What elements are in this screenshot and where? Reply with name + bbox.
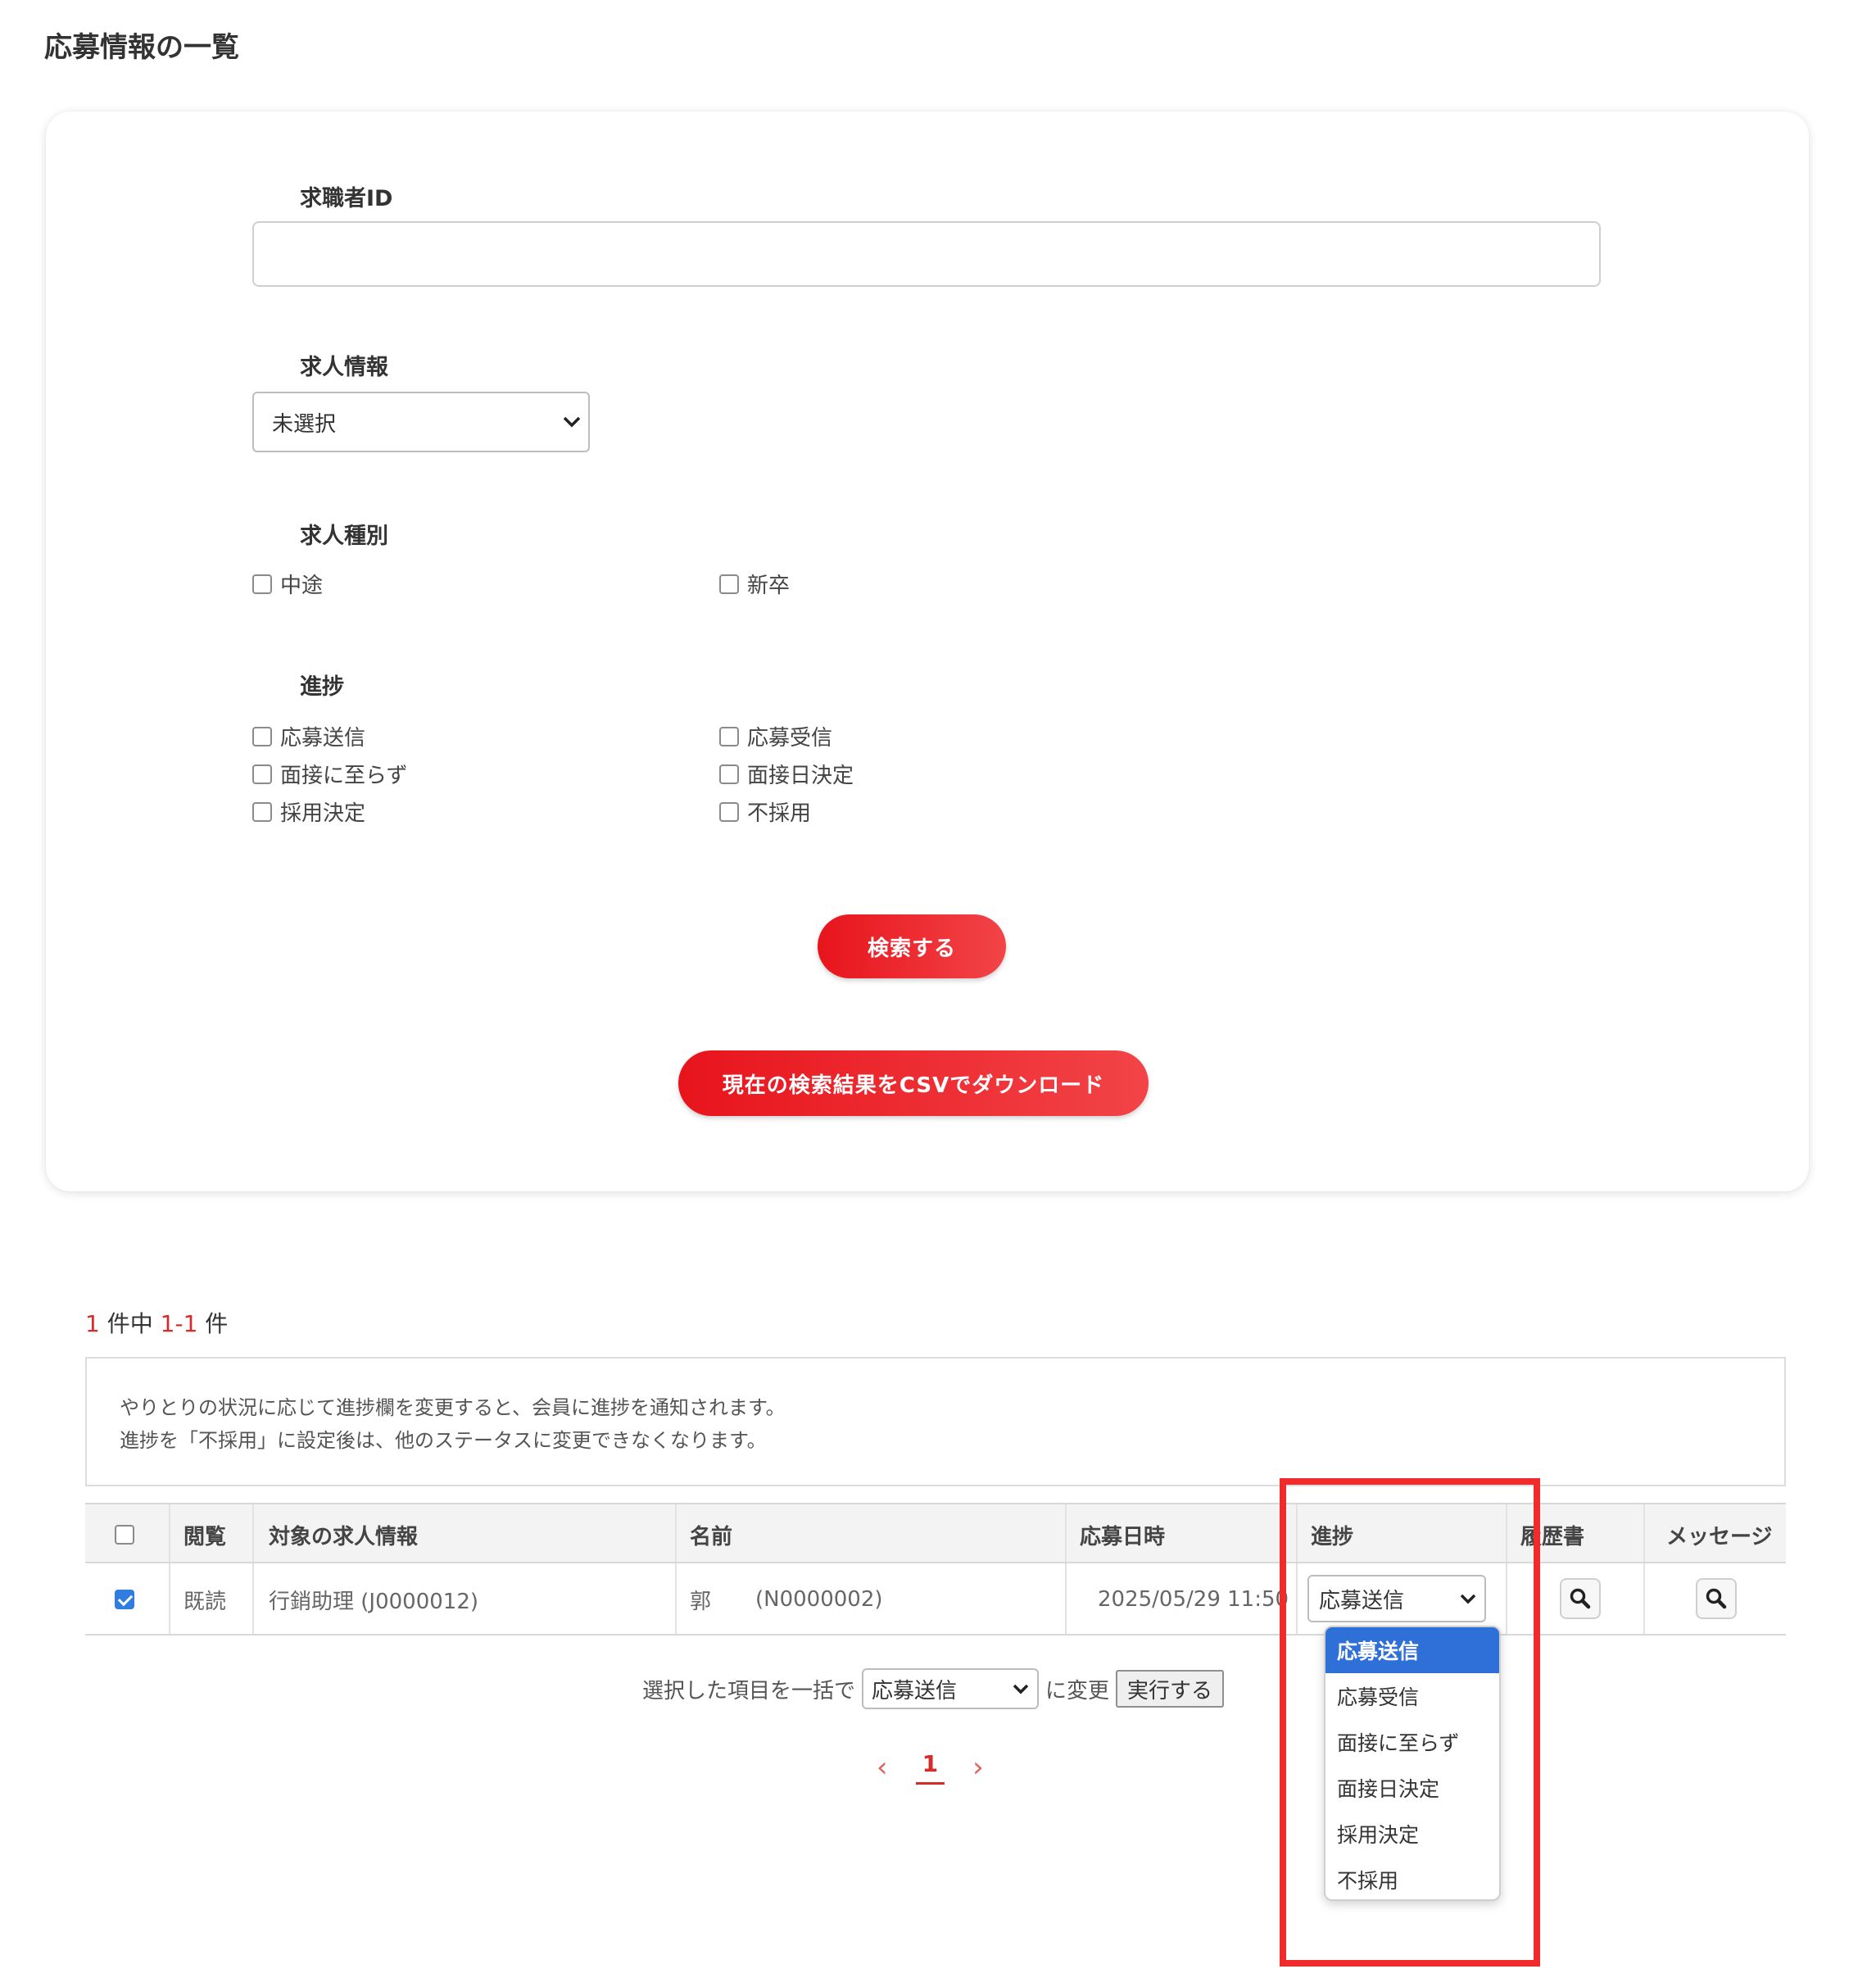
column-divider xyxy=(252,1504,254,1562)
progress-option-no-interview[interactable]: 面接に至らず xyxy=(252,759,407,789)
execute-button[interactable]: 実行する xyxy=(1116,1670,1225,1708)
search-icon xyxy=(1570,1588,1591,1609)
checkbox-label: 不採用 xyxy=(747,801,812,826)
seeker-id-label: 求職者ID xyxy=(300,186,393,211)
chevron-down-icon xyxy=(555,416,588,428)
bulk-progress-select[interactable]: 応募送信 xyxy=(862,1668,1040,1709)
progress-label: 進捗 xyxy=(300,674,344,700)
job-type-label: 求人種別 xyxy=(300,524,388,549)
checkbox[interactable] xyxy=(719,574,739,594)
column-divider xyxy=(1065,1504,1067,1562)
resume-view-button[interactable] xyxy=(1560,1578,1601,1619)
search-icon xyxy=(1706,1588,1727,1609)
result-total: 1 xyxy=(85,1310,100,1337)
row-checkbox[interactable] xyxy=(115,1590,134,1609)
row-job-info[interactable]: 行銷助理 (J0000012) xyxy=(269,1563,478,1635)
chevron-down-icon xyxy=(1004,1684,1037,1694)
checkbox[interactable] xyxy=(252,574,272,594)
progress-option-hired[interactable]: 採用決定 xyxy=(252,796,365,827)
header-name: 名前 xyxy=(690,1524,733,1549)
bulk-selected: 応募送信 xyxy=(872,1678,958,1704)
column-divider xyxy=(675,1504,677,1562)
page-title: 応募情報の一覧 xyxy=(44,31,239,64)
checkbox-label: 採用決定 xyxy=(280,801,366,826)
header-view: 閲覧 xyxy=(184,1524,227,1549)
csv-download-button[interactable]: 現在の検索結果をCSVでダウンロード xyxy=(678,1050,1149,1116)
checkbox[interactable] xyxy=(252,801,272,822)
checkbox-label: 応募送信 xyxy=(280,726,366,751)
seeker-id-input[interactable] xyxy=(252,221,1601,287)
column-divider xyxy=(675,1563,677,1634)
notice-box: やりとりの状況に応じて進捗欄を変更すると、会員に進捗を通知されます。 進捗を「不… xyxy=(85,1357,1786,1486)
job-info-selected: 未選択 xyxy=(272,411,337,437)
checkbox[interactable] xyxy=(719,726,739,746)
progress-option-sent[interactable]: 応募送信 xyxy=(252,721,365,751)
page-number-current[interactable]: 1 xyxy=(915,1750,945,1785)
prev-page-button[interactable]: ‹ xyxy=(877,1751,888,1784)
job-type-new-grad[interactable]: 新卒 xyxy=(719,569,790,599)
progress-option-interview-set[interactable]: 面接日決定 xyxy=(719,759,854,789)
notice-line-1: やりとりの状況に応じて進捗欄を変更すると、会員に進捗を通知されます。 xyxy=(120,1396,786,1419)
checkbox[interactable] xyxy=(252,764,272,784)
result-total-suffix: 件中 xyxy=(106,1310,153,1337)
result-range: 1-1 xyxy=(160,1310,198,1337)
search-form-card: 求職者ID 求人情報 未選択 求人種別 中途 新卒 進捗 応募送信 応募受信 面… xyxy=(46,111,1809,1191)
progress-option-received[interactable]: 応募受信 xyxy=(719,721,832,751)
checkbox[interactable] xyxy=(252,726,272,746)
header-message: メッセージ xyxy=(1666,1524,1773,1549)
row-member-id: (N0000002) xyxy=(755,1587,883,1612)
select-all-cell xyxy=(115,1504,134,1565)
checkbox[interactable] xyxy=(719,764,739,784)
bulk-suffix: に変更 xyxy=(1045,1678,1110,1704)
checkbox-label: 面接日決定 xyxy=(747,764,854,788)
row-name: 郭 xyxy=(690,1589,712,1614)
checkbox[interactable] xyxy=(719,801,739,822)
pagination: ‹ 1 › xyxy=(877,1750,984,1785)
column-divider xyxy=(169,1563,170,1634)
checkbox-label: 面接に至らず xyxy=(280,764,408,788)
row-date: 2025/05/29 11:50 xyxy=(1098,1587,1289,1612)
bulk-prefix: 選択した項目を一括で xyxy=(642,1678,856,1704)
column-divider xyxy=(1643,1563,1645,1634)
bulk-update-row: 選択した項目を一括で 応募送信 に変更 実行する xyxy=(642,1668,1225,1709)
row-view-status: 既読 xyxy=(184,1589,227,1614)
column-divider xyxy=(169,1504,170,1562)
annotation-highlight-box xyxy=(1280,1478,1540,1967)
checkbox-label: 応募受信 xyxy=(747,726,833,751)
checkbox-label: 新卒 xyxy=(747,574,791,598)
checkbox-label: 中途 xyxy=(280,574,324,598)
next-page-button[interactable]: › xyxy=(972,1751,984,1784)
progress-option-rejected[interactable]: 不採用 xyxy=(719,796,811,827)
message-view-button[interactable] xyxy=(1696,1578,1737,1619)
job-info-label: 求人情報 xyxy=(300,355,388,380)
row-select-cell xyxy=(115,1563,134,1635)
header-job: 対象の求人情報 xyxy=(269,1524,419,1549)
job-info-select[interactable]: 未選択 xyxy=(252,392,590,452)
search-button[interactable]: 検索する xyxy=(818,914,1006,978)
header-date: 応募日時 xyxy=(1080,1524,1166,1549)
column-divider xyxy=(252,1563,254,1634)
result-count: 1 件中 1-1 件 xyxy=(85,1306,228,1339)
select-all-checkbox[interactable] xyxy=(115,1525,134,1545)
job-type-mid-career[interactable]: 中途 xyxy=(252,569,323,599)
column-divider xyxy=(1065,1563,1067,1634)
notice-line-2: 進捗を「不採用」に設定後は、他のステータスに変更できなくなります。 xyxy=(120,1429,767,1452)
result-range-suffix: 件 xyxy=(205,1310,229,1337)
column-divider xyxy=(1643,1504,1645,1562)
